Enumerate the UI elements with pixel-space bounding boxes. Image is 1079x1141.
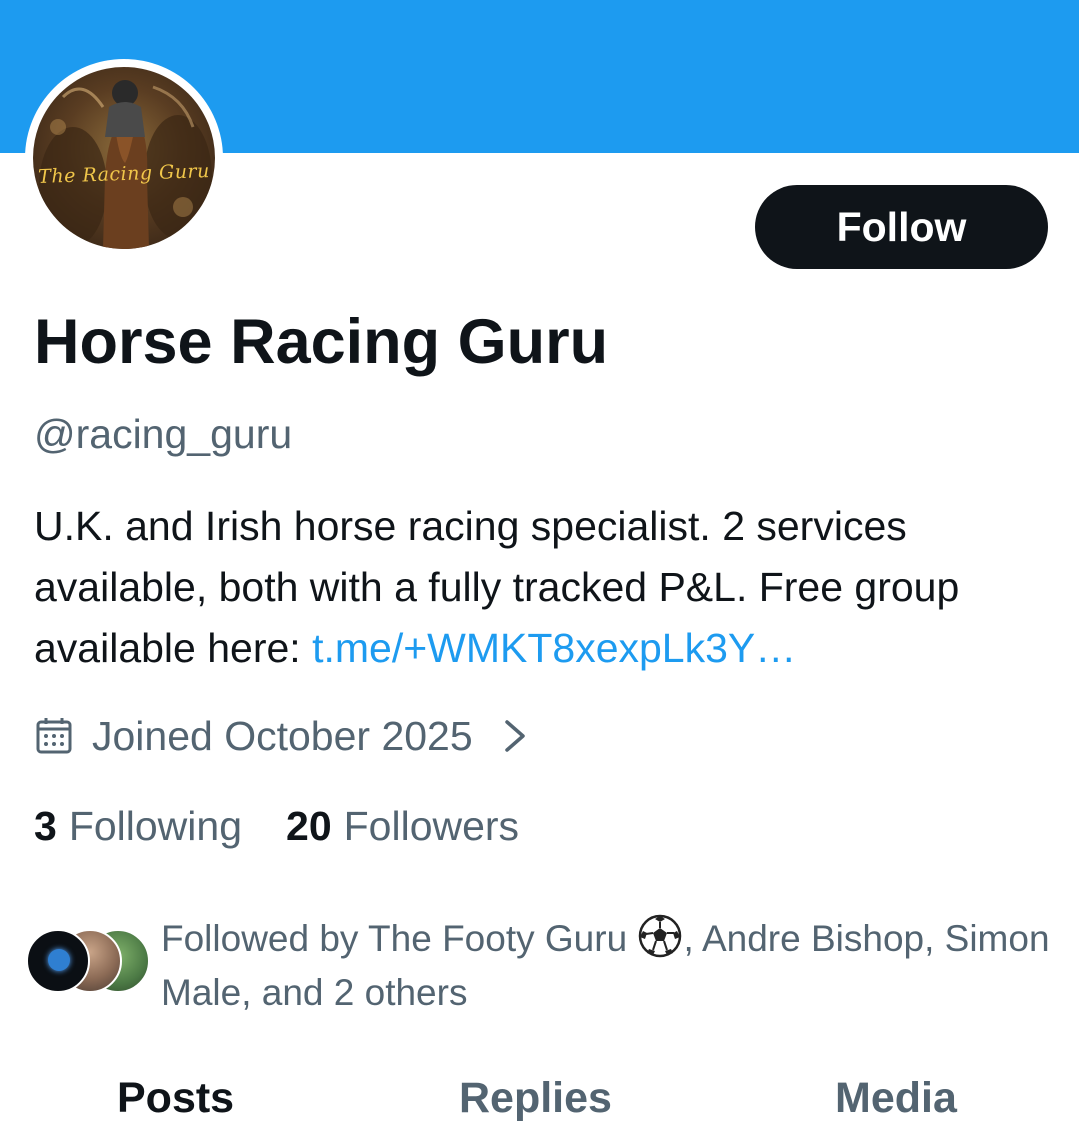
profile-avatar[interactable]: The Racing Guru <box>25 59 223 257</box>
racehorse-image <box>39 80 212 249</box>
profile-page: The Racing Guru Follow Horse Racing Guru… <box>0 0 1079 1141</box>
followed-by-text: Followed by The Footy Guru , Andre Bisho… <box>161 912 1061 1020</box>
joined-date: Joined October 2025 <box>92 712 473 759</box>
tab-posts[interactable]: Posts <box>117 1074 234 1123</box>
followers-count: 20 <box>286 802 332 849</box>
following-count: 3 <box>34 802 57 849</box>
following-label: Following <box>68 802 243 849</box>
tab-replies[interactable]: Replies <box>459 1074 612 1123</box>
tab-media[interactable]: Media <box>835 1074 957 1123</box>
chevron-right-icon <box>504 720 525 752</box>
follow-button[interactable]: Follow <box>755 185 1048 269</box>
calendar-icon <box>36 718 72 754</box>
display-name: Horse Racing Guru <box>34 307 609 377</box>
followed-by-avatars <box>26 929 150 993</box>
following-link[interactable]: 3 Following <box>34 803 242 850</box>
profile-bio: U.K. and Irish horse racing specialist. … <box>34 496 1054 679</box>
followed-by-text-start: Followed by The Footy Guru <box>161 918 638 959</box>
avatar-image: The Racing Guru <box>33 67 215 249</box>
followed-by-section[interactable]: Followed by The Footy Guru , Andre Bisho… <box>26 912 1066 1022</box>
follow-stats: 3 Following 20 Followers <box>34 798 563 854</box>
followers-link[interactable]: 20 Followers <box>286 803 519 850</box>
bio-link[interactable]: t.me/+WMKT8xexpLk3Y… <box>312 625 796 671</box>
profile-handle: @racing_guru <box>34 411 293 457</box>
avatar-logo-dot <box>48 949 70 971</box>
soccer-ball-icon <box>639 914 682 958</box>
avatar <box>26 929 90 993</box>
joined-date-row[interactable]: Joined October 2025 <box>34 706 531 766</box>
followers-label: Followers <box>343 802 520 849</box>
profile-tabs: Posts Replies Media <box>0 1066 1079 1141</box>
